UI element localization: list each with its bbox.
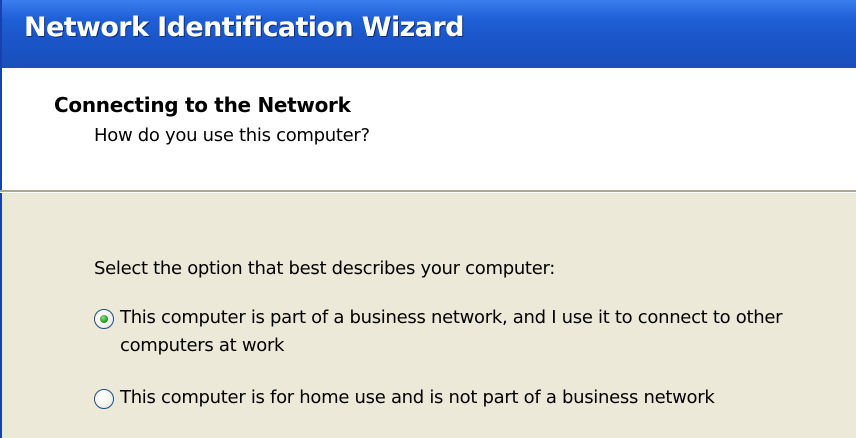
option-business-network-label[interactable]: This computer is part of a business netw… xyxy=(120,304,840,360)
wizard-body: Select the option that best describes yo… xyxy=(0,193,856,438)
option-home-use-label[interactable]: This computer is for home use and is not… xyxy=(120,384,840,412)
page-subtitle: How do you use this computer? xyxy=(94,125,370,146)
window-title: Network Identification Wizard xyxy=(24,12,464,43)
radio-unselected-icon[interactable] xyxy=(94,389,114,409)
instruction-text: Select the option that best describes yo… xyxy=(94,258,556,279)
wizard-header: Connecting to the Network How do you use… xyxy=(0,68,856,190)
wizard-window: Network Identification Wizard Connecting… xyxy=(0,0,856,438)
radio-dot xyxy=(100,315,108,323)
page-title: Connecting to the Network xyxy=(54,93,351,117)
radio-selected-icon[interactable] xyxy=(94,309,114,329)
title-bar[interactable]: Network Identification Wizard xyxy=(0,0,856,68)
